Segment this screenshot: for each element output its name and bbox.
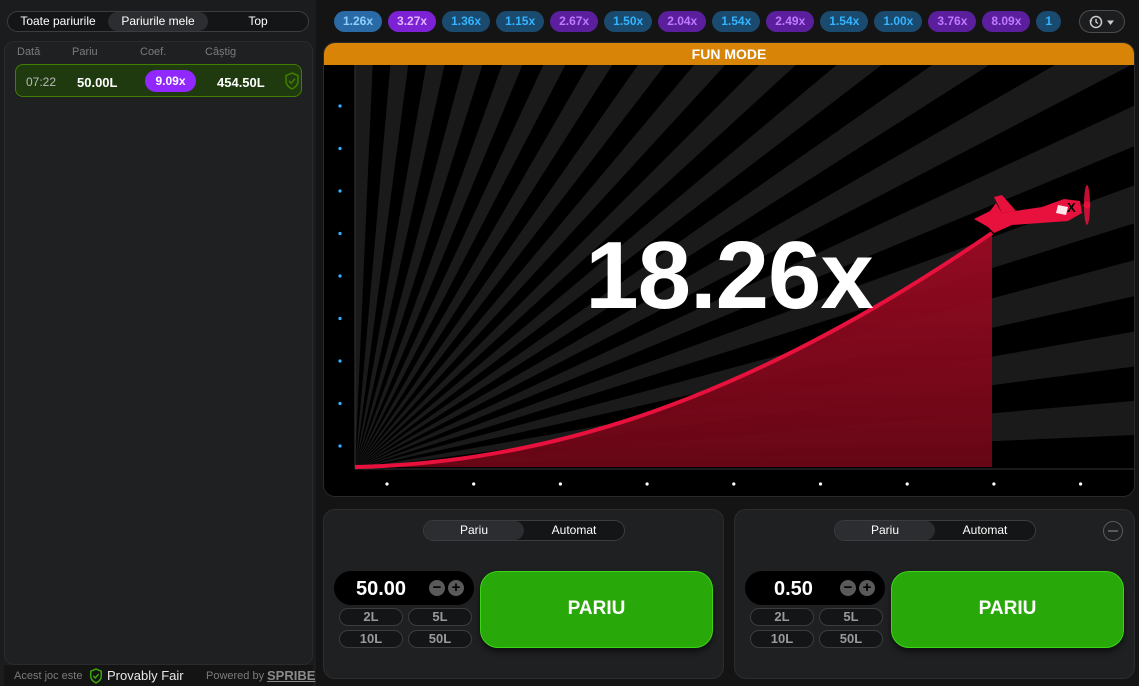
y-axis-dot bbox=[338, 316, 342, 321]
bet-time: 07:22 bbox=[26, 75, 57, 89]
quick-stake-10[interactable]: 10L bbox=[750, 630, 814, 648]
history-multiplier-badge[interactable]: 1.15x bbox=[496, 11, 545, 32]
x-axis-dot bbox=[645, 482, 649, 486]
column-win: Câștig bbox=[205, 46, 237, 58]
y-axis-dot bbox=[338, 359, 342, 363]
y-axis-dot bbox=[338, 189, 342, 193]
x-axis-dot bbox=[818, 482, 823, 486]
quick-stake-5[interactable]: 5L bbox=[819, 608, 883, 626]
quick-stake-2[interactable]: 2L bbox=[339, 608, 403, 626]
history-multiplier-badge[interactable]: 8.09x bbox=[982, 11, 1031, 32]
increase-stake-button[interactable]: + bbox=[859, 580, 875, 596]
history-multiplier-badge[interactable]: 1.36x bbox=[442, 11, 491, 32]
history-multiplier-badge[interactable]: 1.00x bbox=[874, 11, 923, 32]
mode-bet-tab[interactable]: Pariu bbox=[424, 521, 524, 540]
mode-auto-tab[interactable]: Automat bbox=[524, 521, 624, 540]
y-axis-dot bbox=[338, 444, 342, 448]
x-axis-dot bbox=[385, 482, 389, 486]
quick-stake-50[interactable]: 50L bbox=[408, 630, 472, 648]
x-axis-dot bbox=[905, 482, 909, 486]
y-axis-dot bbox=[338, 401, 342, 406]
history-multiplier-badge[interactable]: 1.54x bbox=[712, 11, 761, 32]
provably-fair-link[interactable]: Provably Fair bbox=[107, 668, 184, 683]
chevron-down-icon bbox=[1107, 20, 1114, 25]
fun-mode-banner: FUN MODE bbox=[324, 43, 1134, 65]
history-multiplier-badge[interactable]: 1.54x bbox=[820, 11, 869, 32]
stake-input[interactable]: 0.50 − + bbox=[745, 571, 885, 605]
quick-stake-2[interactable]: 2L bbox=[750, 608, 814, 626]
spribe-logo[interactable]: SPRIBE bbox=[267, 668, 315, 683]
bet-mode-switch: Pariu Automat bbox=[834, 520, 1036, 541]
current-multiplier: 18.26x bbox=[585, 222, 874, 329]
x-axis-dot bbox=[558, 482, 562, 486]
stake-value[interactable]: 0.50 bbox=[774, 578, 813, 601]
bets-table-header: Dată Pariu Coef. Câștig bbox=[5, 46, 312, 60]
x-axis-dot bbox=[472, 482, 476, 486]
y-axis-dot bbox=[338, 274, 342, 278]
column-coef: Coef. bbox=[140, 46, 167, 58]
bet-mode-switch: Pariu Automat bbox=[423, 520, 625, 541]
increase-stake-button[interactable]: + bbox=[448, 580, 464, 596]
bet-amount: 50.00L bbox=[77, 75, 118, 90]
column-bet: Pariu bbox=[72, 46, 98, 58]
x-axis-dot bbox=[732, 482, 736, 486]
bets-sidebar: Toate pariurile Pariurile mele Top Dată … bbox=[0, 0, 316, 686]
x-axis-dot bbox=[1079, 482, 1083, 486]
decrease-stake-button[interactable]: − bbox=[840, 580, 856, 596]
column-date: Dată bbox=[17, 46, 41, 58]
quick-stake-10[interactable]: 10L bbox=[339, 630, 403, 648]
bet-win: 454.50L bbox=[217, 75, 265, 90]
history-multiplier-badge[interactable]: 3.27x bbox=[388, 11, 437, 32]
history-multiplier-badge[interactable]: 1.26x bbox=[334, 11, 383, 32]
bet-panel-2: Pariu Automat 0.50 − + 2L 5L 10L 50L PAR… bbox=[734, 509, 1135, 679]
x-axis-dot bbox=[992, 482, 996, 486]
y-axis-dot bbox=[338, 104, 342, 108]
y-axis-dot bbox=[338, 231, 342, 236]
mode-bet-tab[interactable]: Pariu bbox=[835, 521, 935, 540]
place-bet-button[interactable]: PARIU bbox=[480, 571, 713, 648]
history-multiplier-badge[interactable]: 2.04x bbox=[658, 11, 707, 32]
decrease-stake-button[interactable]: − bbox=[429, 580, 445, 596]
history-multiplier-badge[interactable]: 2.49x bbox=[766, 11, 815, 32]
quick-stake-5[interactable]: 5L bbox=[408, 608, 472, 626]
remove-panel-button[interactable] bbox=[1103, 521, 1123, 541]
bets-tabs: Toate pariurile Pariurile mele Top bbox=[7, 11, 309, 32]
tab-top[interactable]: Top bbox=[208, 12, 308, 31]
powered-by-label: Powered by bbox=[206, 670, 265, 682]
history-multiplier-badge[interactable]: 3.76x bbox=[928, 11, 977, 32]
quick-stake-50[interactable]: 50L bbox=[819, 630, 883, 648]
history-toggle-button[interactable] bbox=[1079, 10, 1125, 33]
sidebar-footer: Acest joc este Provably Fair Powered by … bbox=[4, 665, 315, 686]
history-multiplier-badge[interactable]: 1.50x bbox=[604, 11, 653, 32]
svg-text:X: X bbox=[1067, 200, 1076, 215]
shield-check-icon bbox=[89, 668, 103, 686]
history-multiplier-badge[interactable]: 1 bbox=[1036, 11, 1062, 32]
tab-all-bets[interactable]: Toate pariurile bbox=[8, 12, 108, 31]
provably-fair-shield-icon[interactable] bbox=[284, 72, 300, 90]
game-area: FUN MODE X 18.26x bbox=[323, 42, 1135, 497]
footer-text: Acest joc este bbox=[14, 670, 83, 682]
bet-coef-badge: 9.09x bbox=[145, 70, 196, 92]
bet-panel-1: Pariu Automat 50.00 − + 2L 5L 10L 50L PA… bbox=[323, 509, 724, 679]
stake-input[interactable]: 50.00 − + bbox=[334, 571, 474, 605]
tab-my-bets[interactable]: Pariurile mele bbox=[108, 12, 208, 31]
mode-auto-tab[interactable]: Automat bbox=[935, 521, 1035, 540]
stake-value[interactable]: 50.00 bbox=[356, 578, 406, 601]
history-icon bbox=[1089, 15, 1103, 29]
y-axis-dot bbox=[338, 146, 342, 151]
bet-row: 07:22 50.00L 9.09x 454.50L bbox=[15, 64, 302, 97]
multiplier-history: 1.26x 3.27x 1.36x 1.15x 2.67x 1.50x 2.04x 1.54x… bbox=[334, 11, 1070, 33]
history-multiplier-badge[interactable]: 2.67x bbox=[550, 11, 599, 32]
place-bet-button[interactable]: PARIU bbox=[891, 571, 1124, 648]
bets-list: Dată Pariu Coef. Câștig 07:22 50.00L 9.0… bbox=[4, 41, 313, 665]
